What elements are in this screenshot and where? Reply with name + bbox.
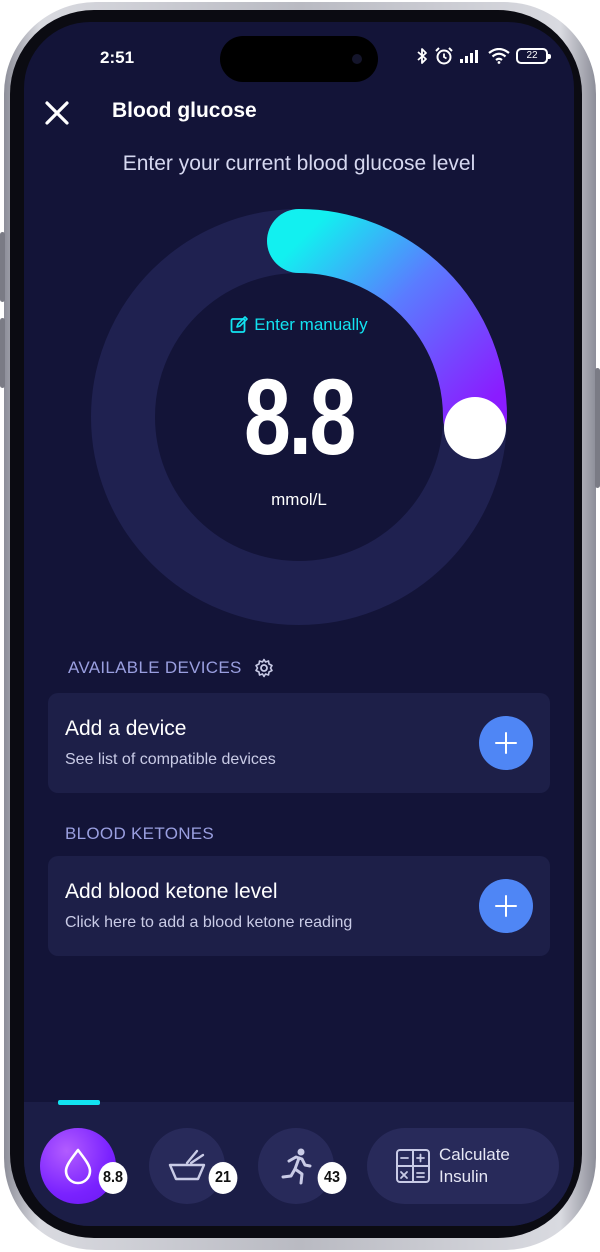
available-devices-label: AVAILABLE DEVICES — [68, 658, 242, 677]
dynamic-island — [220, 36, 378, 82]
calculator-icon — [396, 1149, 430, 1183]
close-button[interactable] — [42, 98, 72, 128]
side-button — [595, 368, 600, 488]
add-ketone-card[interactable]: Add blood ketone level Click here to add… — [48, 856, 550, 956]
battery-icon: 22 — [516, 48, 551, 64]
subtitle: Enter your current blood glucose level — [122, 152, 476, 175]
available-devices-heading: AVAILABLE DEVICES — [68, 658, 274, 678]
food-badge: 21 — [208, 1162, 238, 1194]
plus-icon — [495, 895, 517, 917]
alarm-icon — [435, 47, 453, 65]
add-ketone-title: Add blood ketone level — [65, 880, 278, 903]
camera-dot — [352, 54, 362, 64]
bowl-icon — [168, 1149, 206, 1181]
plus-icon — [495, 732, 517, 754]
bluetooth-icon — [417, 48, 427, 64]
drop-icon — [64, 1148, 92, 1185]
enter-manually-link[interactable]: Enter manually — [24, 315, 574, 335]
calculate-insulin-button[interactable]: Calculate Insulin — [367, 1128, 559, 1204]
blood-ketones-label: BLOOD KETONES — [65, 824, 215, 843]
activity-badge: 43 — [317, 1162, 347, 1194]
status-icons: 22 — [416, 46, 551, 66]
add-device-subtitle: See list of compatible devices — [65, 751, 276, 768]
calculate-insulin-label: Calculate Insulin — [439, 1145, 510, 1186]
add-device-card[interactable]: Add a device See list of compatible devi… — [48, 693, 550, 793]
edit-icon — [230, 316, 249, 333]
signal-icon — [460, 50, 478, 63]
close-icon — [45, 101, 69, 125]
screen: 2:51 22 Blood glucose Enter your current… — [24, 22, 574, 1226]
status-time: 2:51 — [100, 48, 135, 67]
add-ketone-button[interactable] — [479, 879, 533, 933]
running-icon — [281, 1148, 312, 1185]
wifi-icon — [488, 48, 510, 64]
side-button — [0, 318, 5, 388]
gear-icon[interactable] — [254, 658, 274, 678]
glucose-value: 8.8 — [243, 356, 356, 477]
add-ketone-subtitle: Click here to add a blood ketone reading — [65, 914, 353, 931]
active-tab-indicator — [58, 1100, 100, 1105]
enter-manually-label: Enter manually — [254, 315, 368, 334]
glucose-badge: 8.8 — [98, 1162, 128, 1194]
side-button — [0, 232, 5, 302]
add-device-title: Add a device — [65, 717, 187, 740]
add-device-button[interactable] — [479, 716, 533, 770]
page-title: Blood glucose — [112, 99, 257, 122]
glucose-unit: mmol/L — [271, 490, 327, 509]
